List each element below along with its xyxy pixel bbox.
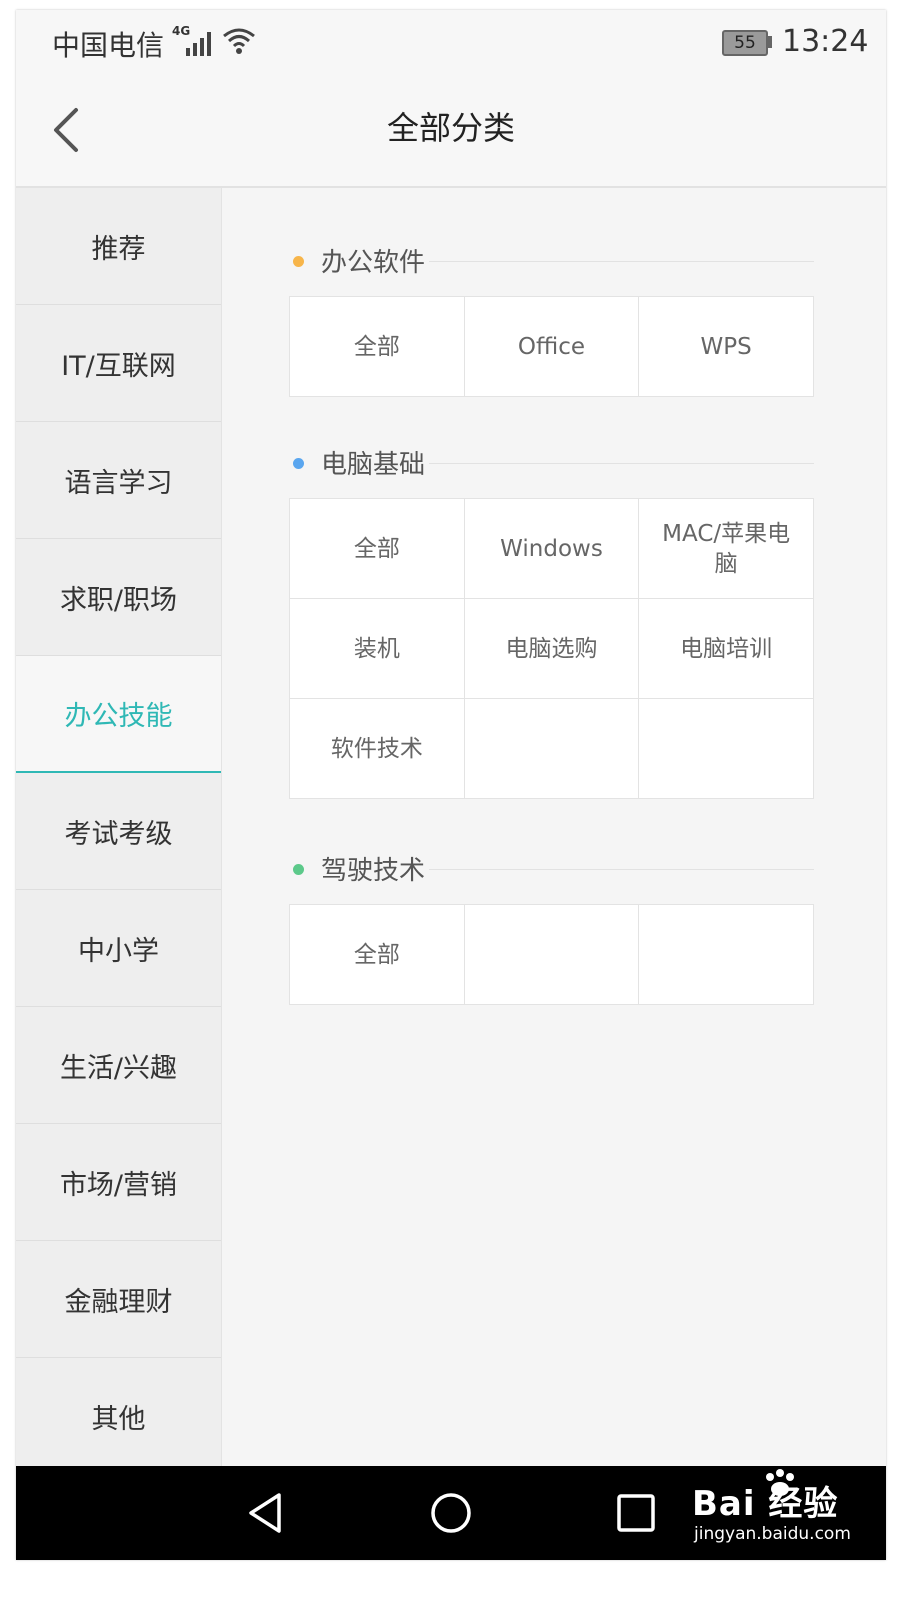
section-header: 电脑基础 (289, 438, 814, 488)
section-driving: 驾驶技术 全部 (289, 844, 814, 1005)
system-recent-button[interactable] (611, 1488, 661, 1538)
subcategory-cell[interactable]: Office (464, 297, 640, 397)
watermark-url: jingyan.baidu.com (694, 1524, 851, 1544)
battery-tip (768, 36, 772, 48)
status-time: 13:24 (782, 24, 869, 59)
phone-screen: 中国电信 4G 55 13:24 全部分类 推荐 IT/互联网 语言学习 求职/… (16, 10, 886, 1560)
section-divider (429, 463, 814, 464)
empty-cell (639, 905, 814, 1005)
subcategory-cell[interactable]: 软件技术 (290, 699, 465, 799)
section-computer-basics: 电脑基础 全部 Windows MAC/苹果电脑 装机 电脑选购 电脑培训 软件… (289, 438, 814, 799)
empty-cell (464, 905, 640, 1005)
subcategory-cell[interactable]: MAC/苹果电脑 (639, 499, 814, 599)
section-dot-icon (293, 458, 304, 469)
subcategory-grid: 全部 Office WPS (289, 296, 814, 397)
sidebar-item-finance[interactable]: 金融理财 (16, 1241, 221, 1358)
watermark-brand: Bai 经验 (692, 1484, 839, 1524)
category-sidebar: 推荐 IT/互联网 语言学习 求职/职场 办公技能 考试考级 中小学 生活/兴趣… (16, 188, 222, 1475)
back-button[interactable] (44, 100, 94, 160)
section-dot-icon (293, 864, 304, 875)
sidebar-item-marketing[interactable]: 市场/营销 (16, 1124, 221, 1241)
section-header: 驾驶技术 (289, 844, 814, 894)
sidebar-item-language[interactable]: 语言学习 (16, 422, 221, 539)
signal-icon (186, 32, 211, 56)
section-divider (429, 869, 814, 870)
sidebar-item-recommend[interactable]: 推荐 (16, 188, 221, 305)
system-home-button[interactable] (426, 1488, 476, 1538)
section-title: 电脑基础 (321, 450, 426, 480)
wifi-icon (223, 28, 255, 54)
sidebar-item-other[interactable]: 其他 (16, 1358, 221, 1475)
subcategory-cell[interactable]: 全部 (290, 297, 465, 397)
section-header: 办公软件 (289, 236, 814, 286)
page-title: 全部分类 (386, 109, 515, 147)
subcategory-cell[interactable]: 电脑选购 (464, 599, 640, 699)
subcategory-cell[interactable]: WPS (639, 297, 814, 397)
sidebar-item-office-skills[interactable]: 办公技能 (16, 656, 221, 773)
chevron-left-icon (54, 108, 78, 152)
status-bar: 中国电信 4G 55 13:24 (16, 10, 886, 70)
section-office-software: 办公软件 全部 Office WPS (289, 236, 814, 397)
empty-cell (464, 699, 640, 799)
subcategory-cell[interactable]: 电脑培训 (639, 599, 814, 699)
home-circle-icon (431, 1493, 471, 1533)
sidebar-item-it-internet[interactable]: IT/互联网 (16, 305, 221, 422)
back-triangle-icon (249, 1493, 281, 1533)
sidebar-item-exams[interactable]: 考试考级 (16, 773, 221, 890)
section-title: 办公软件 (321, 248, 426, 278)
empty-cell (639, 699, 814, 799)
category-content: 办公软件 全部 Office WPS 电脑基础 全部 Windows MAC/苹… (221, 188, 886, 1466)
subcategory-cell[interactable]: Windows (464, 499, 640, 599)
subcategory-grid: 全部 (289, 904, 814, 1005)
sidebar-item-k12[interactable]: 中小学 (16, 890, 221, 1007)
baidu-jingyan-watermark: Bai 经验 jingyan.baidu.com (692, 1469, 882, 1556)
subcategory-cell[interactable]: 装机 (290, 599, 465, 699)
section-divider (429, 261, 814, 262)
section-title: 驾驶技术 (321, 856, 426, 886)
recent-square-icon (617, 1494, 655, 1532)
system-nav-bar: Bai 经验 jingyan.baidu.com (16, 1466, 886, 1560)
section-dot-icon (293, 256, 304, 267)
sidebar-item-life-hobby[interactable]: 生活/兴趣 (16, 1007, 221, 1124)
subcategory-cell[interactable]: 全部 (290, 905, 465, 1005)
carrier-name: 中国电信 (52, 29, 165, 62)
battery-icon: 55 (722, 30, 768, 56)
subcategory-grid: 全部 Windows MAC/苹果电脑 装机 电脑选购 电脑培训 软件技术 (289, 498, 814, 799)
nav-bar: 全部分类 (16, 70, 886, 188)
sidebar-item-career[interactable]: 求职/职场 (16, 539, 221, 656)
subcategory-cell[interactable]: 全部 (290, 499, 465, 599)
system-back-button[interactable] (241, 1488, 291, 1538)
